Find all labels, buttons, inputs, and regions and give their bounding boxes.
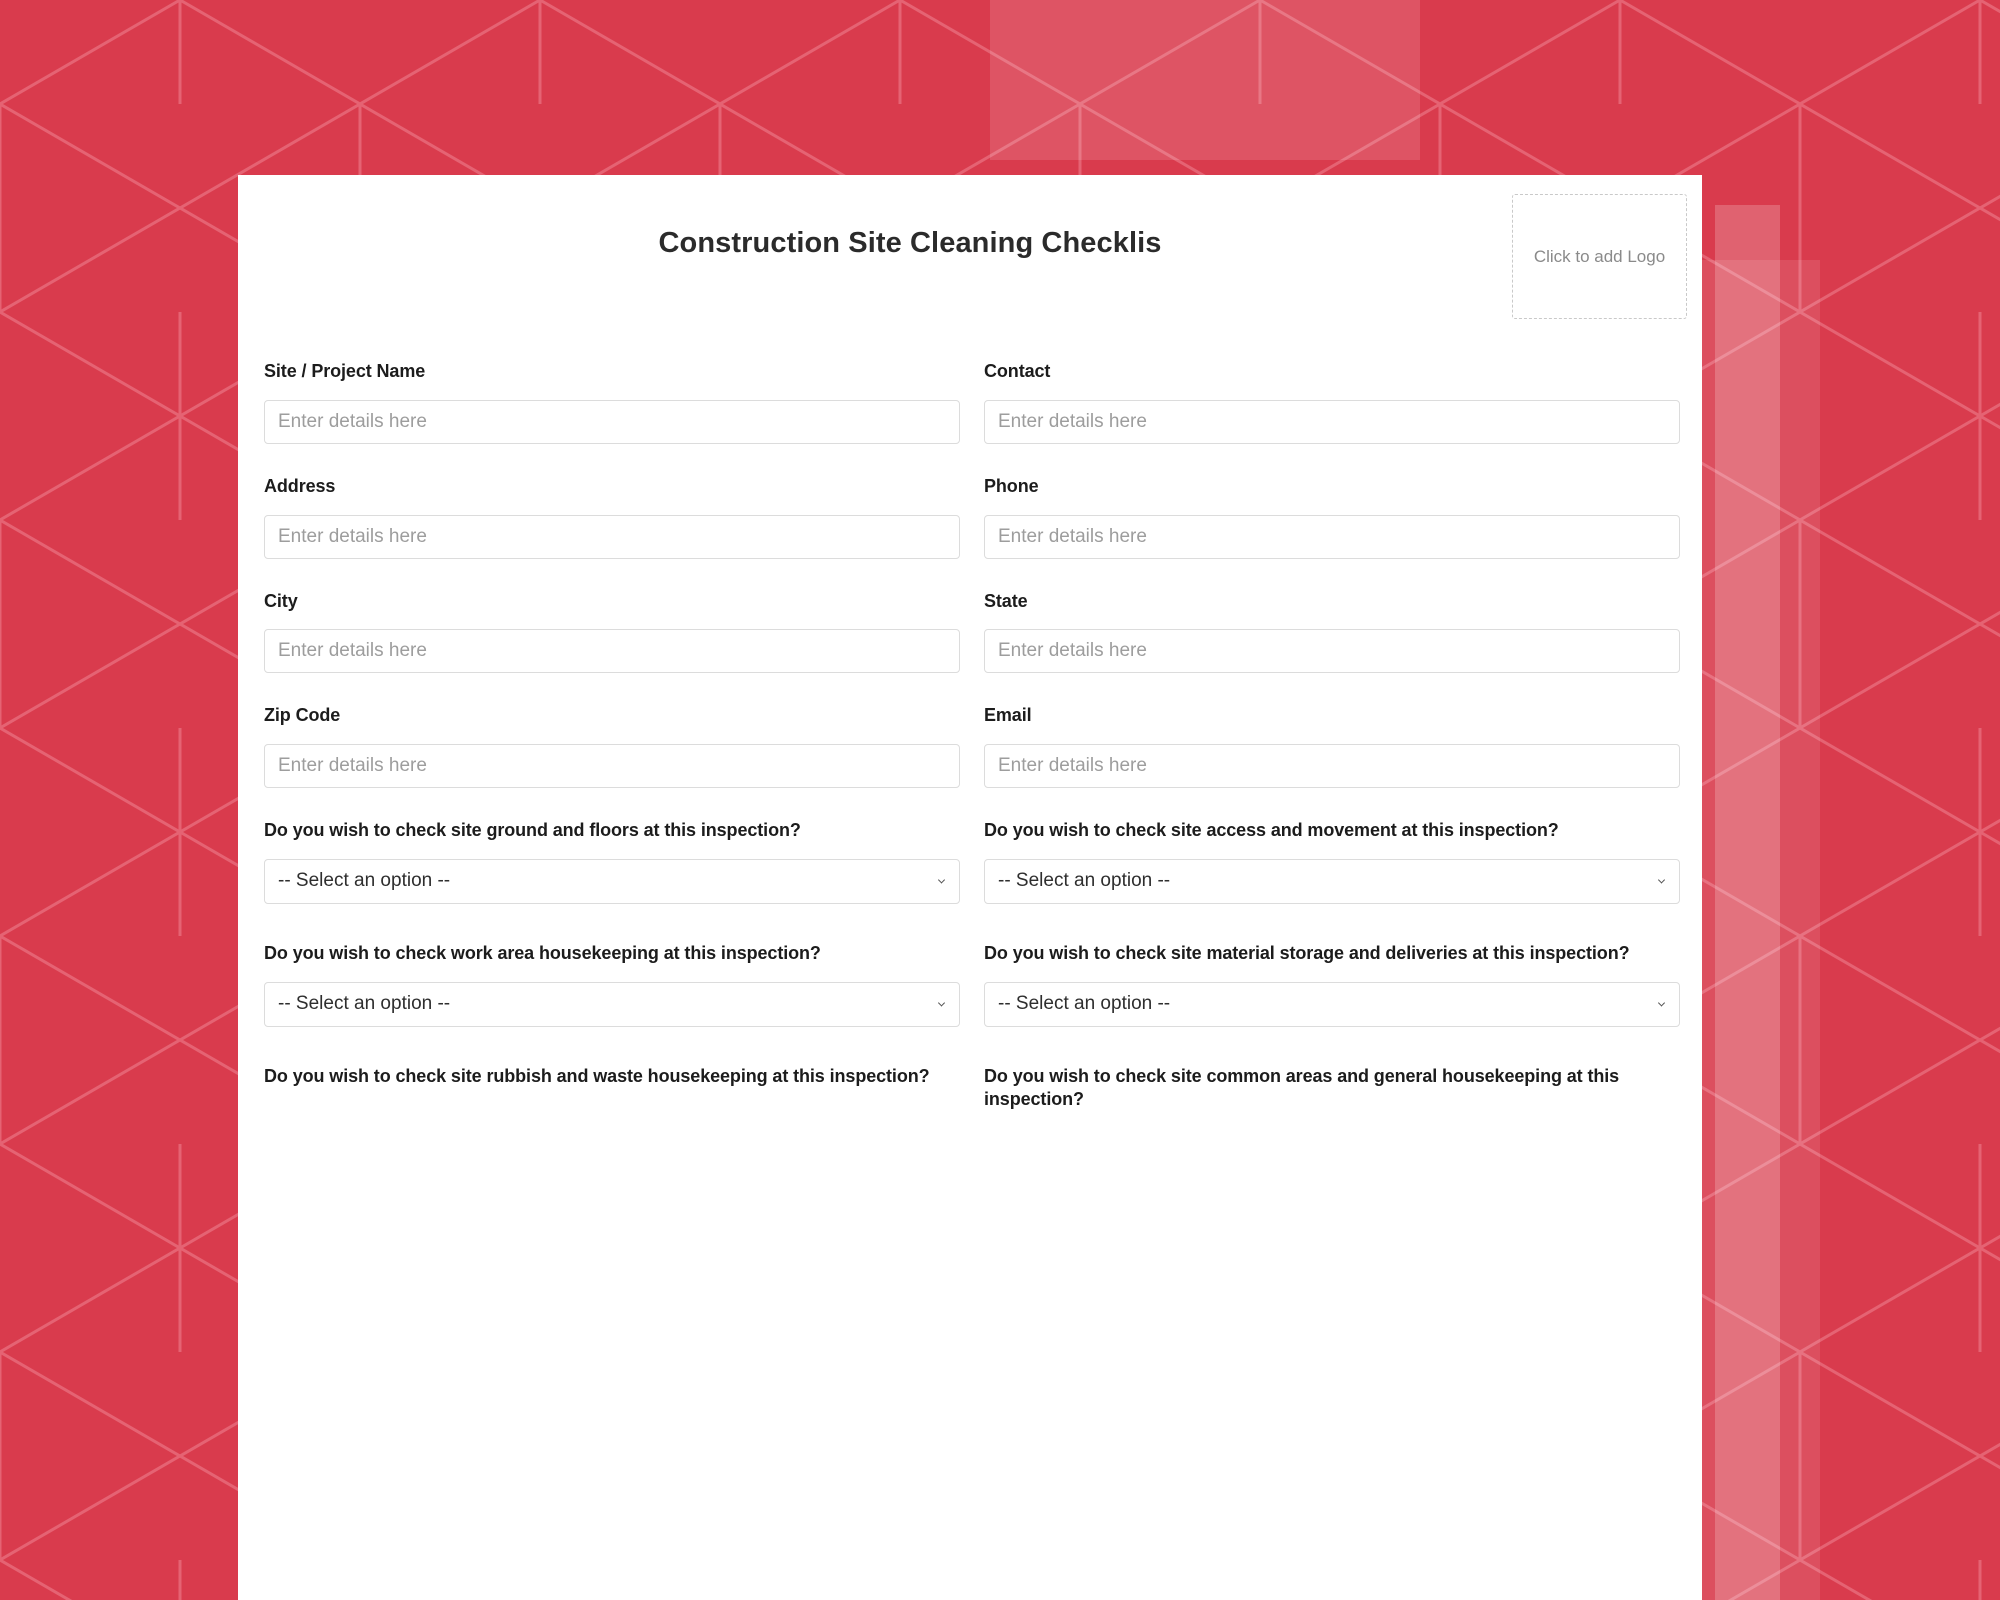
form-body: Site / Project Name Contact Address Phon… [238, 360, 1702, 1112]
question-label: Do you wish to check site common areas a… [984, 1065, 1620, 1110]
page-title: Construction Site Cleaning Checklis [658, 227, 1162, 259]
field-contact: Contact [984, 360, 1680, 444]
site-material-storage-and-deliveries-select[interactable]: -- Select an option -- [984, 981, 1680, 1027]
question-grid-row-3: Do you wish to check site rubbish and wa… [264, 1065, 1680, 1113]
select-wrapper: -- Select an option -- [264, 981, 960, 1027]
question-site-material-storage-and-deliveries: Do you wish to check site material stora… [984, 942, 1680, 1027]
question-label: Do you wish to check site material stora… [984, 942, 1630, 963]
field-zip-code: Zip Code [264, 704, 960, 788]
field-email: Email [984, 704, 1680, 788]
field-label: State [984, 590, 1028, 611]
field-label: City [264, 590, 298, 611]
question-label: Do you wish to check site access and mov… [984, 820, 1559, 840]
field-label: Phone [984, 475, 1039, 496]
question-grid-row-1: Do you wish to check site ground and flo… [264, 819, 1680, 942]
field-phone: Phone [984, 475, 1680, 559]
city-input[interactable] [264, 629, 960, 674]
form-card: Construction Site Cleaning Checklis Clic… [238, 175, 1702, 1600]
field-city: City [264, 590, 960, 674]
contact-input[interactable] [984, 399, 1680, 444]
field-label: Site / Project Name [264, 361, 426, 381]
state-input[interactable] [984, 629, 1680, 674]
question-work-area-housekeeping: Do you wish to check work area housekeep… [264, 942, 960, 1027]
field-address: Address [264, 475, 960, 559]
question-site-access-and-movement: Do you wish to check site access and mov… [984, 819, 1680, 904]
select-wrapper: -- Select an option -- [264, 858, 960, 904]
field-label: Email [984, 705, 1032, 726]
work-area-housekeeping-select[interactable]: -- Select an option -- [264, 981, 960, 1027]
logo-upload-dropzone[interactable]: Click to add Logo [1512, 194, 1687, 319]
question-grid-row-2: Do you wish to check work area housekeep… [264, 942, 1680, 1065]
question-label: Do you wish to check site rubbish and wa… [264, 1065, 930, 1086]
phone-input[interactable] [984, 514, 1680, 559]
field-label: Zip Code [264, 705, 341, 726]
question-site-common-areas-and-general-housekeeping: Do you wish to check site common areas a… [984, 1065, 1680, 1113]
email-input[interactable] [984, 744, 1680, 788]
logo-upload-label: Click to add Logo [1533, 246, 1666, 266]
select-wrapper: -- Select an option -- [984, 858, 1680, 904]
question-label: Do you wish to check work area housekeep… [264, 942, 821, 963]
site-ground-and-floors-select[interactable]: -- Select an option -- [264, 858, 960, 904]
question-label: Do you wish to check site ground and flo… [264, 820, 801, 840]
select-wrapper: -- Select an option -- [984, 981, 1680, 1027]
field-label: Address [264, 475, 336, 496]
site-access-and-movement-select[interactable]: -- Select an option -- [984, 858, 1680, 904]
field-site-project-name: Site / Project Name [264, 360, 960, 444]
question-site-rubbish-and-waste-housekeeping: Do you wish to check site rubbish and wa… [264, 1065, 960, 1113]
site-project-name-input[interactable] [264, 399, 960, 444]
card-header: Construction Site Cleaning Checklis Clic… [238, 175, 1702, 360]
address-input[interactable] [264, 514, 960, 559]
zip-code-input[interactable] [264, 744, 960, 788]
field-label: Contact [984, 361, 1051, 381]
text-field-grid: Site / Project Name Contact Address Phon… [264, 360, 1680, 819]
field-state: State [984, 590, 1680, 674]
question-site-ground-and-floors: Do you wish to check site ground and flo… [264, 819, 960, 904]
